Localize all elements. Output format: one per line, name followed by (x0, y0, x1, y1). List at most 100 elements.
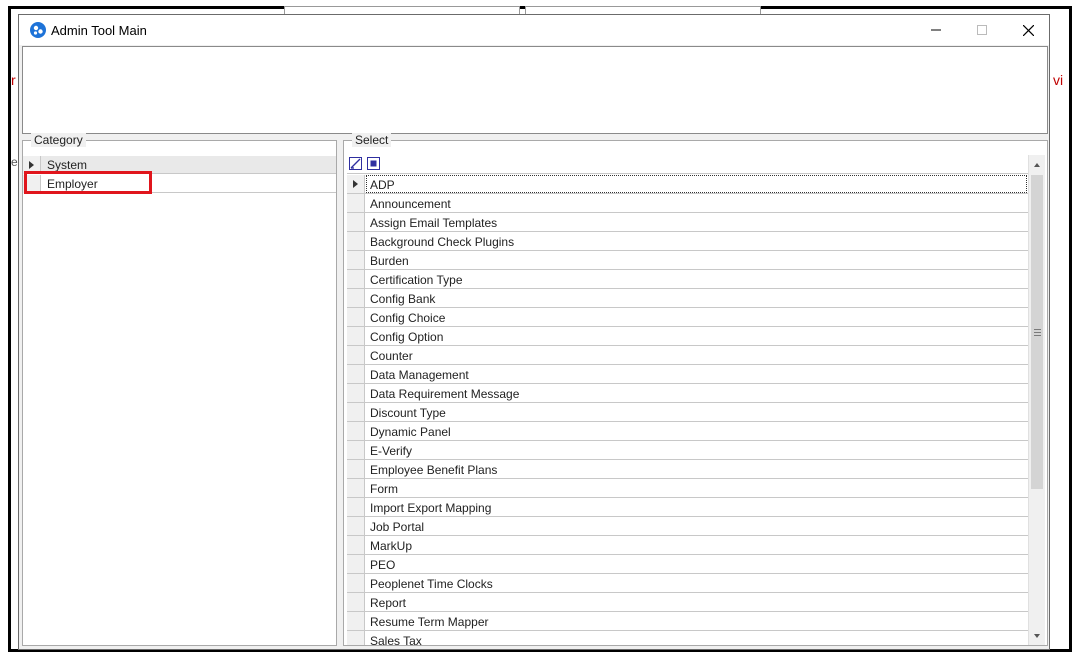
row-header[interactable] (347, 422, 365, 440)
maximize-icon (977, 25, 987, 35)
row-header[interactable] (347, 232, 365, 250)
row-header[interactable] (347, 289, 365, 307)
row-header[interactable] (347, 498, 365, 516)
select-item-label: Data Requirement Message (370, 387, 520, 401)
select-item-label: Discount Type (370, 406, 446, 420)
select-item-label: Form (370, 482, 398, 496)
select-item-label: Employee Benefit Plans (370, 463, 498, 477)
select-item-row[interactable]: Import Export Mapping (347, 498, 1029, 517)
select-grid-header (347, 155, 1029, 174)
select-item-label: Job Portal (370, 520, 425, 534)
select-item-label: Sales Tax (370, 634, 422, 645)
row-header[interactable] (347, 574, 365, 592)
row-header[interactable] (347, 479, 365, 497)
focus-rectangle (366, 175, 1027, 193)
row-header[interactable] (347, 403, 365, 421)
select-item-row[interactable]: Resume Term Mapper (347, 612, 1029, 631)
category-legend: Category (31, 133, 86, 147)
scroll-grip-icon (1033, 328, 1041, 336)
row-header[interactable] (347, 175, 365, 193)
select-item-label: Resume Term Mapper (370, 615, 489, 629)
select-list: ADP Announcement Assign Email Templates Bac… (347, 175, 1029, 645)
select-item-row[interactable]: Dynamic Panel (347, 422, 1029, 441)
row-header[interactable] (347, 251, 365, 269)
scroll-down-button[interactable] (1029, 627, 1045, 644)
row-header[interactable] (347, 346, 365, 364)
select-item-row[interactable]: Config Bank (347, 289, 1029, 308)
select-item-row[interactable]: E-Verify (347, 441, 1029, 460)
select-item-row[interactable]: MarkUp (347, 536, 1029, 555)
row-header[interactable] (347, 308, 365, 326)
select-item-label: PEO (370, 558, 396, 572)
scroll-thumb[interactable] (1031, 175, 1043, 489)
select-item-row[interactable]: Announcement (347, 194, 1029, 213)
row-header[interactable] (347, 536, 365, 554)
select-item-row[interactable]: Certification Type (347, 270, 1029, 289)
minimize-button[interactable] (913, 15, 959, 45)
row-header[interactable] (347, 460, 365, 478)
select-item-row[interactable]: Data Management (347, 365, 1029, 384)
select-item-label: Burden (370, 254, 409, 268)
select-item-row[interactable]: Peoplenet Time Clocks (347, 574, 1029, 593)
category-group: Category System Employer (22, 133, 337, 646)
row-header[interactable] (347, 213, 365, 231)
select-item-row[interactable]: ADP (347, 175, 1029, 194)
select-item-label: ADP (370, 178, 395, 192)
category-label: System (47, 158, 88, 172)
select-item-row[interactable]: Discount Type (347, 403, 1029, 422)
select-item-label: Config Bank (370, 292, 436, 306)
select-item-row[interactable]: Counter (347, 346, 1029, 365)
select-group: Select ADP Announcement Assign Email Templ… (343, 133, 1048, 646)
row-header[interactable] (347, 517, 365, 535)
select-item-row[interactable]: Config Choice (347, 308, 1029, 327)
select-item-label: Peoplenet Time Clocks (370, 577, 493, 591)
row-header[interactable] (347, 612, 365, 630)
edit-all-icon[interactable] (349, 157, 362, 170)
close-icon (1022, 24, 1034, 36)
select-item-label: Background Check Plugins (370, 235, 515, 249)
select-item-row[interactable]: Burden (347, 251, 1029, 270)
row-header[interactable] (347, 631, 365, 645)
employer-highlight-box (24, 171, 152, 194)
select-item-label: E-Verify (370, 444, 413, 458)
select-item-label: Report (370, 596, 407, 610)
select-item-row[interactable]: Job Portal (347, 517, 1029, 536)
scroll-down-icon (1034, 633, 1040, 638)
close-button[interactable] (1005, 15, 1051, 45)
maximize-button[interactable] (959, 15, 1005, 45)
current-row-arrow-icon (353, 180, 358, 188)
select-item-row[interactable]: Employee Benefit Plans (347, 460, 1029, 479)
scroll-up-button[interactable] (1029, 156, 1045, 173)
top-panel (22, 46, 1048, 134)
app-logo-icon (30, 22, 46, 38)
row-header[interactable] (347, 593, 365, 611)
select-item-label: Config Option (370, 330, 444, 344)
select-item-row[interactable]: Background Check Plugins (347, 232, 1029, 251)
select-item-row[interactable]: Config Option (347, 327, 1029, 346)
select-item-label: Config Choice (370, 311, 446, 325)
row-header[interactable] (347, 384, 365, 402)
row-header[interactable] (347, 327, 365, 345)
select-item-label: Certification Type (370, 273, 463, 287)
background-text-left: r (11, 72, 16, 88)
select-item-row[interactable]: Form (347, 479, 1029, 498)
row-header[interactable] (347, 270, 365, 288)
select-item-row[interactable]: Data Requirement Message (347, 384, 1029, 403)
select-item-label: Announcement (370, 197, 451, 211)
select-item-row[interactable]: Assign Email Templates (347, 213, 1029, 232)
window-title: Admin Tool Main (51, 23, 147, 38)
minimize-icon (931, 29, 941, 31)
select-item-row[interactable]: Report (347, 593, 1029, 612)
row-header[interactable] (347, 441, 365, 459)
row-header[interactable] (347, 365, 365, 383)
select-item-row[interactable]: PEO (347, 555, 1029, 574)
row-header[interactable] (347, 555, 365, 573)
title-bar[interactable]: Admin Tool Main (19, 15, 1049, 45)
select-item-label: Data Management (370, 368, 469, 382)
vertical-scrollbar[interactable] (1028, 155, 1045, 645)
select-all-icon[interactable] (367, 157, 380, 170)
select-item-row[interactable]: Sales Tax (347, 631, 1029, 645)
select-item-label: MarkUp (370, 539, 413, 553)
row-header[interactable] (347, 194, 365, 212)
current-row-arrow-icon (29, 161, 34, 169)
